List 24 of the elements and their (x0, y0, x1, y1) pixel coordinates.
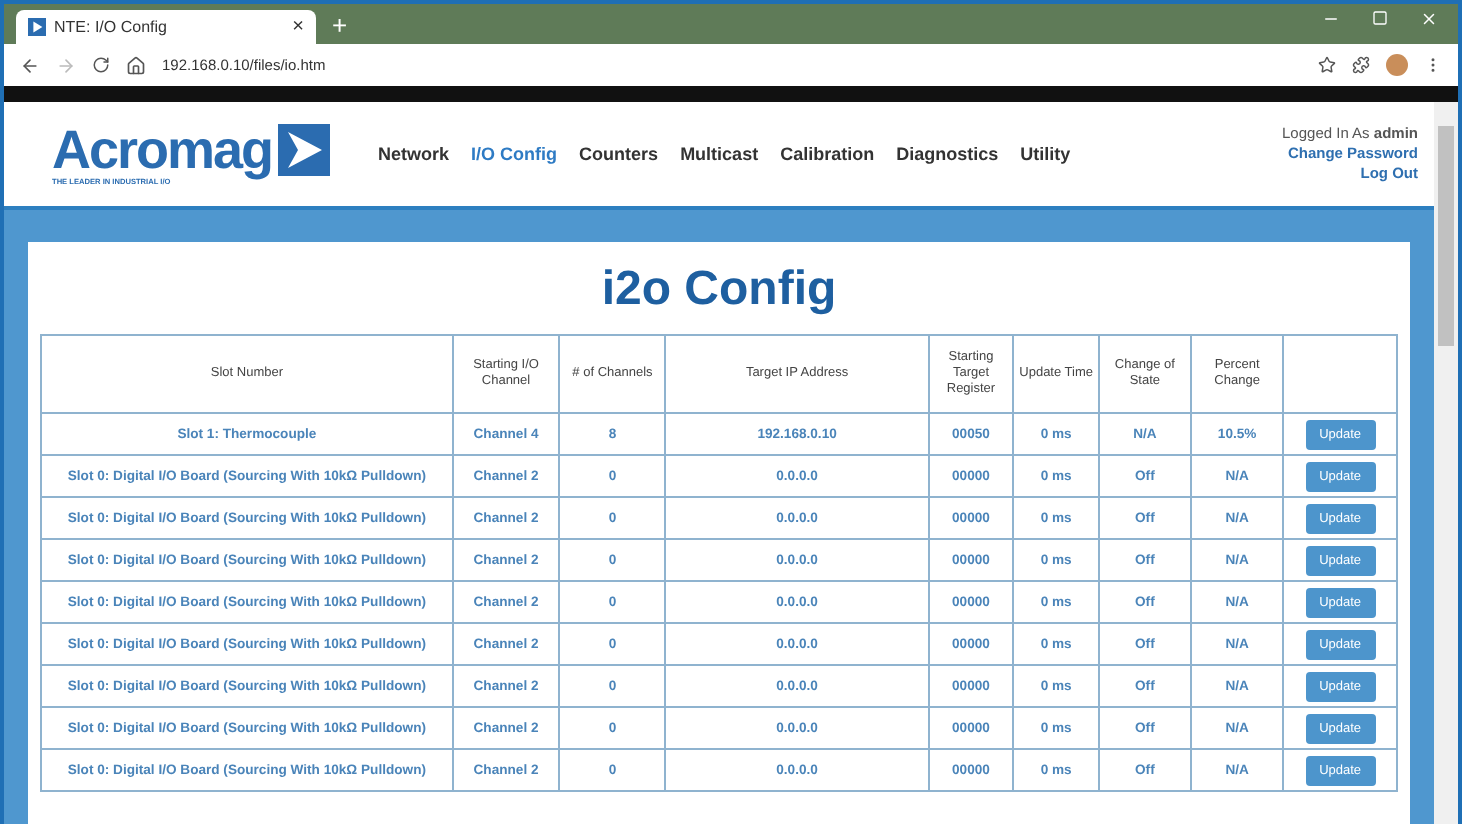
logo-text: Acromag (52, 123, 273, 177)
nav-link[interactable]: Multicast (680, 144, 759, 164)
browser-tab[interactable]: NTE: I/O Config × (16, 10, 316, 44)
tab-close[interactable]: × (292, 16, 304, 38)
maximize-icon[interactable] (1372, 9, 1388, 25)
close-icon[interactable] (1420, 9, 1438, 27)
nav-link[interactable]: Network (378, 144, 450, 164)
scrollbar-thumb[interactable] (1438, 126, 1454, 346)
tab-title: NTE: I/O Config (54, 18, 169, 36)
home-icon[interactable] (126, 55, 146, 75)
site-icon (28, 18, 46, 36)
page-title: i2o Config (601, 262, 837, 318)
logo-icon (278, 124, 331, 176)
puzzle-icon[interactable] (1352, 56, 1370, 74)
reload-icon[interactable] (92, 56, 110, 74)
nav-link[interactable]: I/O Config (471, 144, 558, 164)
star-icon[interactable] (1318, 56, 1336, 74)
back-icon[interactable] (20, 55, 40, 75)
nav-link[interactable]: Counters (579, 144, 659, 164)
new-tab[interactable]: + (332, 10, 348, 40)
nav-link[interactable]: Utility (1020, 144, 1071, 164)
avatar-icon[interactable] (1386, 54, 1408, 76)
nav-link[interactable]: Calibration (780, 144, 875, 164)
nav-link[interactable]: Diagnostics (896, 144, 999, 164)
